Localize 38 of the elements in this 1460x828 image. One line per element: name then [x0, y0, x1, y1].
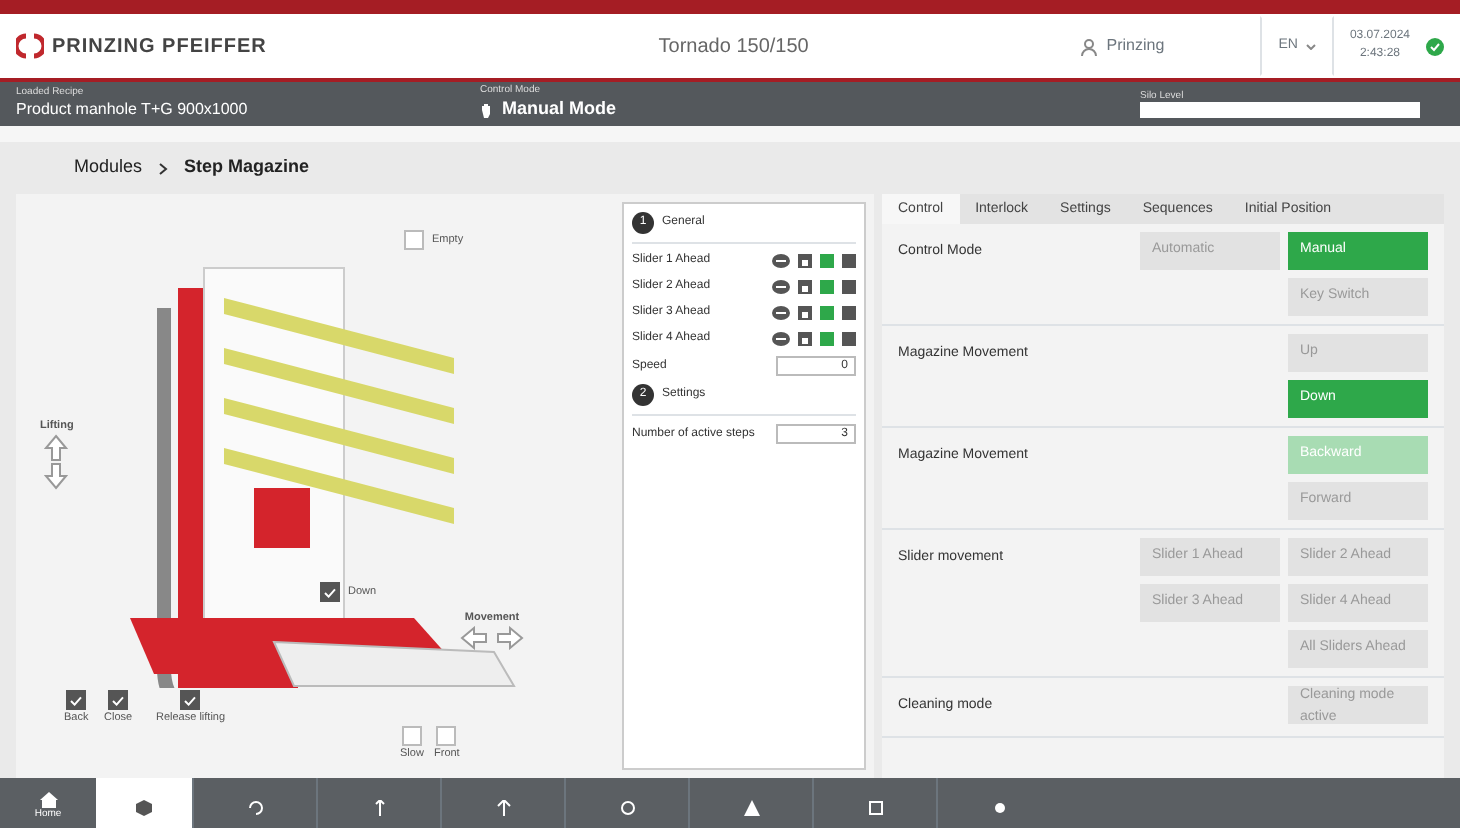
recipe-name: Product manhole T+G 900x1000 — [16, 97, 250, 121]
check-icon — [70, 695, 83, 705]
slider-status-icon — [772, 280, 790, 294]
checkbox[interactable] — [66, 690, 87, 710]
caret-icon — [1305, 43, 1316, 49]
status-ok-icon — [1426, 37, 1444, 55]
checkbox[interactable] — [108, 690, 129, 710]
check-icon — [112, 695, 125, 705]
slider-status-icon — [772, 332, 790, 346]
machine-title: Tornado 150/150 — [656, 33, 811, 61]
logo-icon — [16, 32, 44, 60]
checkbox[interactable] — [180, 690, 201, 710]
left-arrow-icon — [460, 626, 488, 651]
home-icon — [39, 791, 57, 808]
warning-icon — [743, 799, 759, 815]
breadcrumb-link[interactable]: Modules — [74, 154, 143, 182]
checkbox[interactable] — [436, 726, 457, 746]
refresh-icon — [247, 799, 263, 815]
down-arrow-icon — [44, 462, 69, 491]
check-icon — [184, 695, 197, 705]
user-name: Prinzing — [1106, 34, 1165, 58]
taskbar-button[interactable] — [96, 778, 192, 828]
slider-status-icon — [772, 306, 790, 320]
checkbox[interactable] — [320, 582, 340, 602]
cube-icon — [136, 799, 152, 815]
page-title: Step Magazine — [184, 154, 310, 181]
checkbox[interactable] — [404, 230, 424, 250]
user-icon — [1080, 37, 1099, 55]
brand-name: PRINZING PFEIFFER — [52, 33, 267, 61]
mode-value: Manual Mode — [502, 95, 617, 122]
slider-status-icon — [772, 254, 790, 268]
checkbox[interactable] — [401, 726, 422, 746]
chevron-icon — [158, 161, 169, 175]
up-arrow-icon — [495, 799, 511, 815]
up-arrow-icon — [44, 434, 69, 463]
hand-icon — [480, 101, 494, 117]
right-arrow-icon — [496, 626, 524, 651]
check-icon — [324, 587, 336, 597]
